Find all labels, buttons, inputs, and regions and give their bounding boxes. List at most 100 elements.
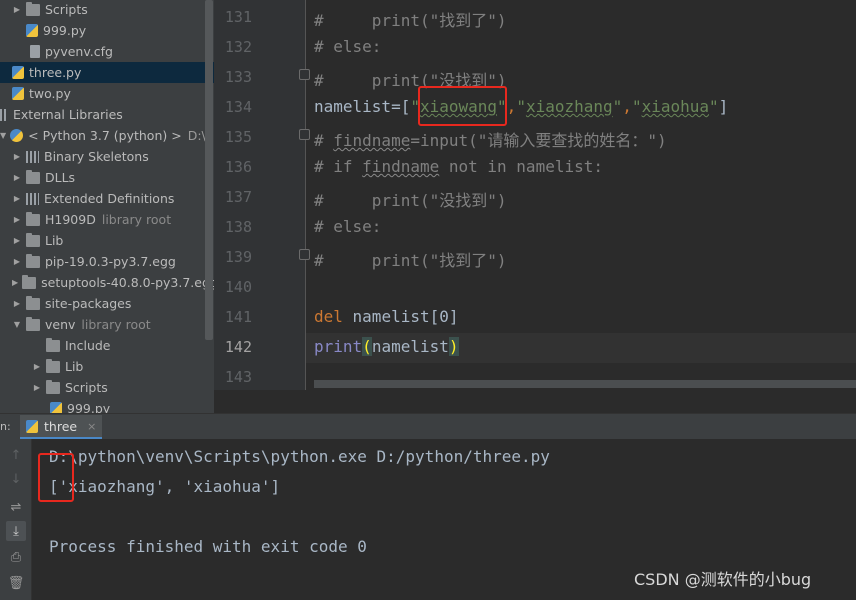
comment: #	[314, 71, 324, 90]
tree-scrollbar[interactable]	[205, 0, 213, 340]
arrow-up-icon[interactable]: ↑	[6, 445, 26, 465]
fold-marker-icon[interactable]	[299, 69, 310, 80]
chevron-right-icon[interactable]: ▶	[12, 5, 22, 14]
line-number: 140	[224, 278, 252, 296]
chevron-right-icon[interactable]: ▶	[12, 257, 22, 266]
print-icon[interactable]: ⎙	[6, 547, 26, 567]
chevron-right-icon[interactable]: ▶	[12, 278, 18, 287]
folder-icon	[26, 1, 40, 16]
code-text: namelist	[371, 337, 449, 356]
code-line-134: namelist=["xiaowang","xiaozhang","xiaohu…	[314, 97, 728, 116]
comment: # else:	[314, 37, 382, 56]
soft-wrap-icon[interactable]: ⇌	[6, 497, 26, 517]
tree-item-label: Lib	[45, 233, 64, 248]
tree-item-extended-definitions[interactable]: ▶ Extended Definitions	[0, 188, 214, 209]
tree-item-site-packages[interactable]: ▶ site-packages	[0, 293, 214, 314]
comment-identifier: findname	[333, 131, 411, 150]
editor-horizontal-scrollbar[interactable]	[314, 380, 856, 388]
tree-item-python-sdk[interactable]: ▼ < Python 3.7 (python) > D:\pyth	[0, 125, 214, 146]
tree-item-label: External Libraries	[13, 107, 123, 122]
tree-item-pip-egg[interactable]: ▶ pip-19.0.3-py3.7.egg	[0, 251, 214, 272]
trash-icon[interactable]: 🗑	[6, 573, 26, 593]
tree-item-h1909d[interactable]: ▶ H1909D library root	[0, 209, 214, 230]
tree-item-label: Scripts	[65, 380, 108, 395]
chevron-right-icon[interactable]: ▶	[32, 362, 42, 371]
folder-icon	[22, 274, 37, 289]
close-icon[interactable]: ×	[87, 420, 96, 433]
annotation-highlight-box	[38, 453, 74, 502]
code-text: namelist[0]	[342, 307, 459, 326]
tree-item-include[interactable]: Include	[0, 335, 214, 356]
tree-item-label: 999.py	[43, 23, 87, 38]
folder-icon	[26, 316, 40, 331]
folder-icon	[26, 169, 40, 184]
tree-item-label: two.py	[29, 86, 71, 101]
tree-item-three-py[interactable]: three.py	[0, 62, 214, 83]
folder-icon	[26, 211, 40, 226]
tree-item-label: Binary Skeletons	[44, 149, 149, 164]
code-line-135: # findname=input("请输入要查找的姓名：")	[314, 127, 667, 151]
string-literal: xiaozhang	[525, 97, 613, 116]
tree-item-venv-999-py[interactable]: 999.py	[0, 398, 214, 413]
tree-item-lib[interactable]: ▶ Lib	[0, 230, 214, 251]
tree-item-scripts[interactable]: ▶ Scripts	[0, 0, 214, 20]
run-toolbar: ↑ ↓ ⇌ ⤓ ⎙ 🗑	[0, 439, 32, 600]
annotation-highlight-box	[418, 86, 507, 126]
tree-item-999-py[interactable]: 999.py	[0, 20, 214, 41]
chevron-right-icon[interactable]: ▶	[12, 194, 22, 203]
python-icon	[10, 129, 24, 142]
chevron-right-icon[interactable]: ▶	[32, 383, 42, 392]
comment-identifier: findname	[362, 157, 440, 176]
tree-item-venv-scripts[interactable]: ▶ Scripts	[0, 377, 214, 398]
comment: #	[314, 191, 324, 210]
chevron-right-icon[interactable]: ▶	[12, 236, 22, 245]
fold-marker-icon[interactable]	[299, 129, 310, 140]
chevron-right-icon[interactable]: ▶	[12, 215, 22, 224]
keyword-del: del	[314, 307, 343, 326]
tree-item-two-py[interactable]: two.py	[0, 83, 214, 104]
comma: ,	[506, 97, 517, 116]
tree-item-dlls[interactable]: ▶ DLLs	[0, 167, 214, 188]
code-line-142: print(namelist)	[314, 337, 459, 356]
library-root-tag: library root	[81, 317, 151, 332]
project-tree-panel: ▶ Scripts 999.py pyvenv.cfg three.py two…	[0, 0, 214, 413]
chevron-down-icon[interactable]: ▼	[0, 131, 6, 140]
python-file-icon	[26, 419, 38, 433]
tree-item-setuptools-egg[interactable]: ▶ setuptools-40.8.0-py3.7.egg	[0, 272, 214, 293]
bracket-match: )	[448, 337, 459, 356]
run-tab-three[interactable]: three ×	[20, 415, 102, 439]
python-file-icon	[50, 402, 62, 413]
comma: ,	[622, 97, 632, 116]
library-root-tag: library root	[101, 212, 172, 227]
tree-item-label: pyvenv.cfg	[45, 44, 113, 59]
line-number: 139	[224, 248, 252, 266]
code-line-138: # else:	[314, 217, 381, 236]
fold-marker-icon[interactable]	[299, 249, 310, 260]
code-line-131: # print("找到了")	[314, 7, 507, 31]
chevron-down-icon[interactable]: ▼	[12, 320, 22, 329]
console-line-command: D:\python\venv\Scripts\python.exe D:/pyt…	[49, 447, 550, 466]
scroll-to-end-icon[interactable]: ⤓	[6, 521, 26, 541]
bracket-match: (	[362, 337, 372, 356]
comment: not in namelist:	[439, 157, 603, 176]
chevron-right-icon[interactable]: ▶	[12, 173, 22, 182]
run-window-label: n:	[0, 420, 11, 433]
tree-item-binary-skeletons[interactable]: ▶ Binary Skeletons	[0, 146, 214, 167]
tree-item-label: Include	[65, 338, 111, 353]
tree-item-label: 999.py	[67, 401, 111, 413]
run-tab-label: three	[44, 418, 78, 434]
code-text: ]	[718, 97, 729, 116]
tree-item-label: setuptools-40.8.0-py3.7.egg	[41, 275, 214, 290]
code-line-136: # if findname not in namelist:	[314, 157, 603, 176]
python-file-icon	[26, 24, 38, 37]
chevron-right-icon[interactable]: ▶	[12, 152, 22, 161]
tree-item-pyvenv-cfg[interactable]: pyvenv.cfg	[0, 41, 214, 62]
tree-item-venv-lib[interactable]: ▶ Lib	[0, 356, 214, 377]
tree-item-venv[interactable]: ▼ venv library root	[0, 314, 214, 335]
folder-icon	[26, 295, 40, 310]
code-text: namelist=[	[314, 97, 411, 116]
libraries-icon	[26, 192, 39, 205]
chevron-right-icon[interactable]: ▶	[12, 299, 22, 308]
tree-item-external-libraries[interactable]: External Libraries	[0, 104, 214, 125]
arrow-down-icon[interactable]: ↓	[6, 469, 26, 489]
